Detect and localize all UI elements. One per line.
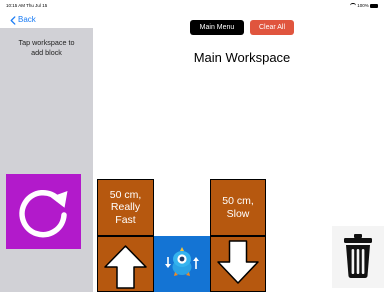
palette-hint: Tap workspace to add block — [0, 38, 93, 58]
trash-icon — [344, 234, 372, 278]
forward-block-label: 50 cm, Really Fast — [109, 188, 142, 226]
arrow-down-icon — [217, 240, 259, 284]
block-palette: Tap workspace to add block — [0, 28, 93, 292]
robot-block[interactable] — [154, 236, 210, 292]
move-forward-block[interactable] — [97, 236, 154, 292]
robot-icon — [165, 247, 199, 276]
back-button[interactable]: Back — [10, 15, 36, 25]
backward-distance-label-block[interactable]: 50 cm, Slow — [210, 179, 266, 236]
arrow-up-icon — [104, 245, 147, 289]
trash-button[interactable] — [332, 226, 384, 288]
workspace-title: Main Workspace — [193, 50, 291, 65]
forward-distance-label-block[interactable]: 50 cm, Really Fast — [97, 179, 154, 236]
repeat-icon — [19, 189, 68, 238]
battery-percent: 100% — [357, 3, 369, 8]
battery-icon — [370, 3, 378, 8]
wifi-icon — [349, 3, 356, 8]
back-label: Back — [18, 15, 36, 24]
status-time: 10:15 AM Thu Jul 15 — [6, 3, 48, 8]
repeat-block[interactable] — [6, 174, 81, 249]
move-backward-block[interactable] — [210, 236, 266, 292]
chevron-left-icon — [10, 15, 16, 25]
status-bar: 10:15 AM Thu Jul 15 100% — [0, 0, 384, 12]
backward-block-label: 50 cm, Slow — [222, 195, 254, 220]
palette-hint-text: Tap workspace to add block — [18, 38, 75, 57]
main-menu-button[interactable]: Main Menu — [190, 20, 244, 35]
clear-all-button[interactable]: Clear All — [250, 20, 294, 35]
battery-status: 100% — [349, 0, 378, 12]
